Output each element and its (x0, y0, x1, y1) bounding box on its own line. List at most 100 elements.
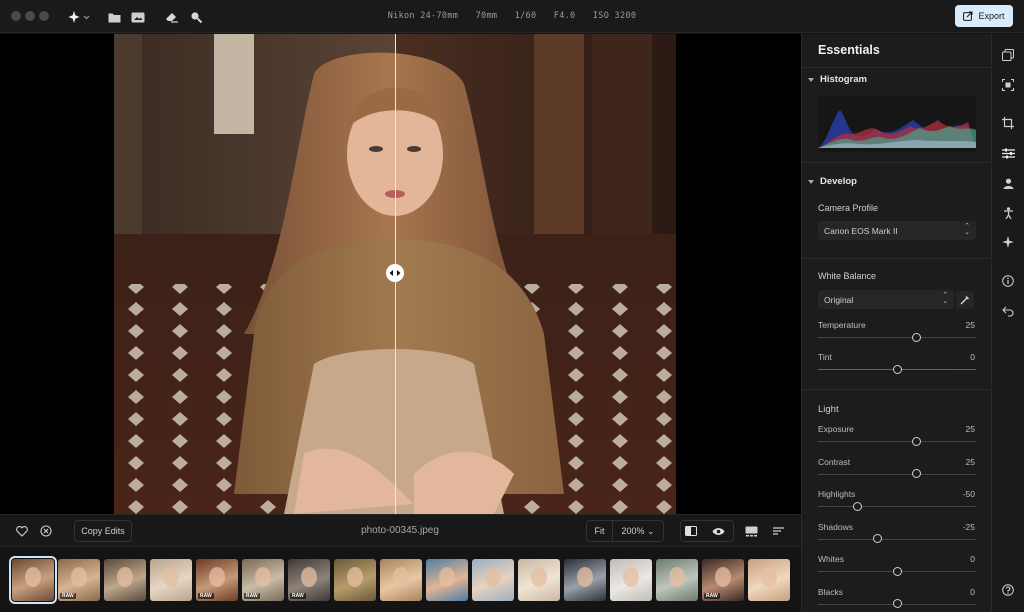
filmstrip-thumbnail[interactable]: RAW (702, 559, 744, 601)
slider-track[interactable] (818, 337, 976, 338)
thumbnail-subject (669, 567, 685, 587)
copy-edits-button[interactable]: Copy Edits (74, 520, 132, 542)
focal-length: 70mm (475, 11, 498, 21)
reject-icon[interactable] (38, 523, 54, 539)
slider-value: 25 (965, 320, 975, 330)
split-view-icon[interactable] (683, 523, 699, 539)
slider-knob[interactable] (872, 534, 882, 543)
histogram-section-toggle[interactable]: Histogram (808, 74, 867, 85)
eye-icon[interactable] (710, 523, 726, 539)
raw-badge: RAW (290, 593, 306, 599)
compare-split-handle[interactable] (386, 264, 404, 282)
filmstrip-thumbnail[interactable] (334, 559, 376, 601)
fit-button[interactable]: Fit (587, 521, 613, 541)
filmstrip-thumbnail[interactable] (150, 559, 192, 601)
slider-label: Highlights (818, 489, 856, 499)
filmstrip-thumbnail[interactable]: RAW (196, 559, 238, 601)
slider-track[interactable] (818, 473, 976, 475)
help-icon[interactable] (1000, 582, 1016, 598)
filmstrip-thumbnail[interactable] (748, 559, 790, 601)
lens-info: Nikon 24-70mm (387, 11, 459, 21)
window-minimize-dot[interactable] (25, 11, 35, 21)
divider (802, 162, 991, 163)
magic-wand-icon[interactable] (66, 8, 92, 26)
select-arrows-icon: ⌃ ⌄ (942, 292, 948, 305)
filmstrip-thumbnail[interactable]: RAW (58, 559, 100, 601)
filmstrip-thumbnail[interactable] (518, 559, 560, 601)
slider-knob[interactable] (853, 501, 862, 511)
window-zoom-dot[interactable] (39, 11, 49, 21)
slider-knob[interactable] (892, 599, 902, 608)
filmstrip-thumbnail[interactable] (656, 559, 698, 601)
focus-icon[interactable] (1000, 77, 1016, 93)
filmstrip-thumbnail[interactable] (380, 559, 422, 601)
slider-knob[interactable] (892, 364, 902, 374)
tool-rail (991, 34, 1024, 612)
develop-section-toggle[interactable]: Develop (808, 176, 857, 187)
thumbnail-subject (623, 567, 639, 587)
heart-icon[interactable] (14, 523, 30, 539)
export-label: Export (978, 11, 1005, 21)
export-button[interactable]: Export (955, 5, 1013, 27)
thumbnail-subject (163, 567, 179, 587)
filmstrip-thumbnail[interactable]: RAW (288, 559, 330, 601)
layers-icon[interactable] (1000, 47, 1016, 63)
eraser-icon[interactable] (163, 8, 181, 26)
slider-track[interactable] (818, 538, 976, 540)
chevron-down-icon (808, 179, 814, 184)
white-balance-select[interactable]: Original ⌃ ⌄ (818, 290, 954, 309)
filmstrip-thumbnail[interactable] (426, 559, 468, 601)
slider-label: Temperature (818, 320, 866, 330)
eyedropper-button[interactable] (956, 291, 974, 309)
shutter-speed: 1/60 (514, 11, 537, 21)
search-icon[interactable] (187, 8, 205, 26)
undo-icon[interactable] (1000, 303, 1016, 319)
file-name: photo-00345.jpeg (361, 525, 439, 536)
folder-icon[interactable] (105, 8, 123, 26)
image-import-icon[interactable] (129, 8, 147, 26)
sparkle-icon[interactable] (1000, 234, 1016, 250)
raw-badge: RAW (244, 593, 260, 599)
slider-track[interactable] (818, 441, 976, 442)
camera-profile-select[interactable]: Canon EOS Mark II ⌃ ⌄ (818, 221, 976, 240)
adjustments-panel: Essentials Histogram Develop Camera Prof… (801, 34, 991, 612)
slider-knob[interactable] (912, 469, 922, 478)
slider-label: Exposure (818, 424, 854, 434)
zoom-dropdown[interactable]: 200% ⌄ (613, 526, 663, 537)
sort-icon[interactable] (770, 523, 786, 539)
filmstrip-thumbnail[interactable] (610, 559, 652, 601)
photo-editor-app: Nikon 24-70mm 70mm 1/60 F4.0 ISO 3200 Ex… (0, 0, 1024, 612)
thumbnail-subject (393, 567, 409, 587)
crop-icon[interactable] (1000, 115, 1016, 131)
thumbnail-subject (485, 567, 501, 587)
zoom-value: 200% (621, 525, 645, 536)
gallery-icon[interactable] (743, 523, 759, 539)
body-icon[interactable] (1000, 205, 1016, 221)
filmstrip-thumbnail[interactable]: RAW (242, 559, 284, 601)
thumbnail-subject (71, 567, 87, 587)
slider-knob[interactable] (912, 332, 922, 342)
raw-badge: RAW (704, 593, 720, 599)
info-icon[interactable] (1000, 273, 1016, 289)
window-close-dot[interactable] (11, 11, 21, 21)
filmstrip-thumbnail[interactable] (564, 559, 606, 601)
thumbnail-subject (715, 567, 731, 587)
slider-knob[interactable] (892, 566, 902, 576)
slider-label: Whites (818, 554, 844, 564)
develop-label: Develop (820, 176, 857, 187)
slider-knob[interactable] (912, 436, 922, 446)
camera-profile-value: Canon EOS Mark II (824, 225, 898, 236)
portrait-icon[interactable] (1000, 175, 1016, 191)
iso: ISO 3200 (592, 11, 637, 21)
filmstrip-thumbnail[interactable] (104, 559, 146, 601)
adjust-sliders-icon[interactable] (1000, 145, 1016, 161)
slider-track[interactable] (818, 506, 976, 507)
select-arrows-icon: ⌃ ⌄ (964, 223, 970, 236)
slider-value: -50 (962, 489, 975, 499)
slider-label: Tint (818, 352, 832, 362)
filmstrip-thumbnail[interactable] (9, 556, 57, 604)
thumbnail-subject (25, 567, 41, 587)
eyedropper-icon (960, 296, 969, 305)
raw-badge: RAW (60, 593, 76, 599)
filmstrip-thumbnail[interactable] (472, 559, 514, 601)
